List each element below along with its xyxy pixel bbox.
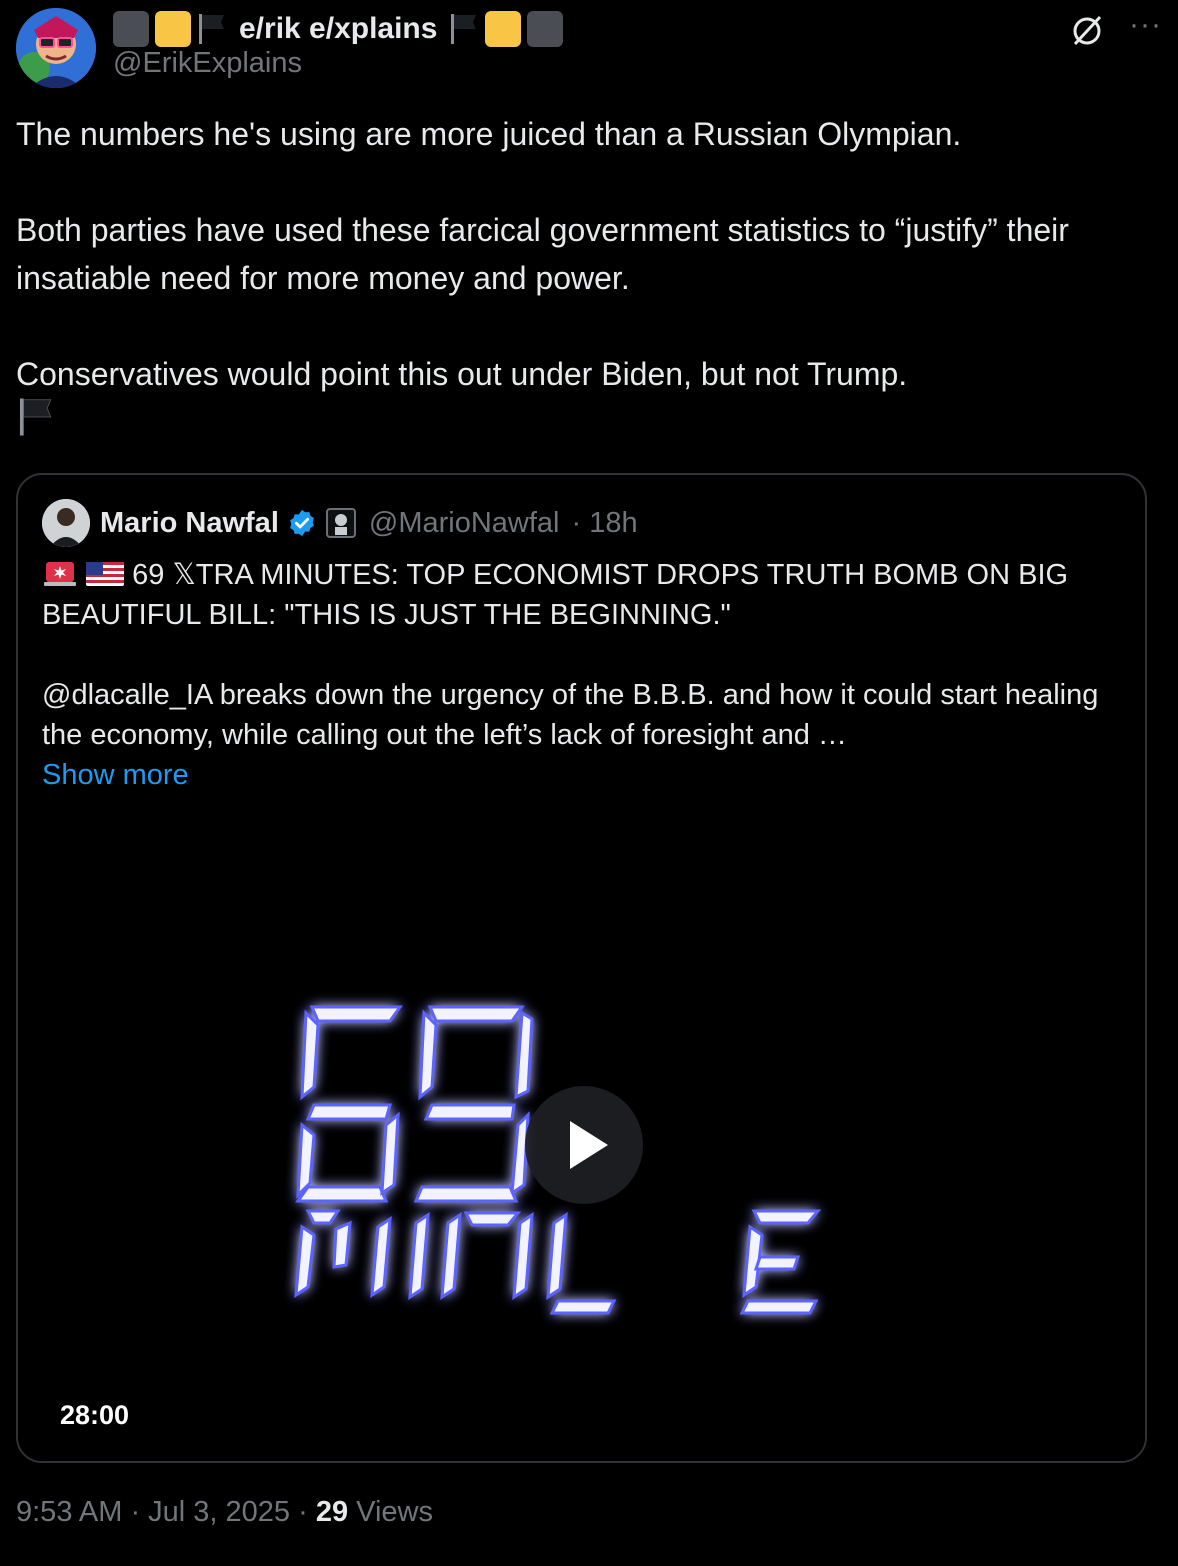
yellow-square-emoji-icon [485,11,522,47]
quoted-author-avatar[interactable] [42,499,90,547]
views-label: Views [348,1496,433,1528]
black-flag-icon [451,14,477,44]
tweet-meta: 9:53 AM · Jul 3, 2025 · 29 Views [16,1496,433,1529]
tweet-text: The numbers he's using are more juiced t… [16,110,1156,440]
siren-icon [44,562,76,586]
tweet-flag-line [16,396,1156,440]
quoted-timestamp[interactable]: · 18h [571,507,637,540]
tweet-header: e/rik e/xplains @ErikExplains ··· [16,4,1162,88]
grok-icon[interactable] [1069,12,1105,48]
play-icon [570,1121,608,1169]
author-name-row[interactable]: e/rik e/xplains [113,10,564,48]
author-avatar[interactable] [16,8,96,88]
quoted-headline-line: 69 𝕏TRA MINUTES: TOP ECONOMIST DROPS TRU… [42,555,1122,635]
black-flag-icon [19,398,52,436]
dark-square-emoji-icon [527,11,564,47]
video-duration: 28:00 [60,1400,130,1430]
play-button[interactable] [525,1086,643,1204]
dark-square-emoji-icon [113,11,149,47]
verified-badge-icon [290,509,314,537]
us-flag-icon [86,562,125,586]
quoted-author-name[interactable]: Mario Nawfal [100,507,279,540]
affiliate-badge-icon[interactable] [325,507,357,539]
quoted-tweet-header: Mario Nawfal @MarioNawfal · 18h [42,499,638,547]
more-options-icon[interactable]: ··· [1129,10,1162,40]
video-player[interactable]: 28:00 [18,815,1145,1461]
show-more-link[interactable]: Show more [42,755,1122,795]
black-flag-icon [199,14,224,44]
yellow-square-emoji-icon [155,11,191,47]
tweet-paragraph: The numbers he's using are more juiced t… [16,116,962,152]
quoted-body: @dlacalle_IA breaks down the urgency of … [42,679,1099,751]
tweet-paragraph: Both parties have used these farcical go… [16,212,1069,296]
quoted-headline: 69 𝕏TRA MINUTES: TOP ECONOMIST DROPS TRU… [42,559,1069,631]
views-count[interactable]: 29 [316,1496,348,1528]
author-handle[interactable]: @ErikExplains [113,47,302,80]
quoted-author-handle[interactable]: @MarioNawfal [369,507,560,540]
tweet-paragraph: Conservatives would point this out under… [16,356,908,392]
header-actions: ··· [1069,10,1162,48]
author-display-name[interactable]: e/rik e/xplains [239,12,437,46]
tweet-timestamp[interactable]: 9:53 AM · Jul 3, 2025 · [16,1496,316,1528]
quoted-tweet[interactable]: Mario Nawfal @MarioNawfal · 18h 69 𝕏TRA … [16,473,1147,1463]
quoted-tweet-text: 69 𝕏TRA MINUTES: TOP ECONOMIST DROPS TRU… [42,555,1122,795]
